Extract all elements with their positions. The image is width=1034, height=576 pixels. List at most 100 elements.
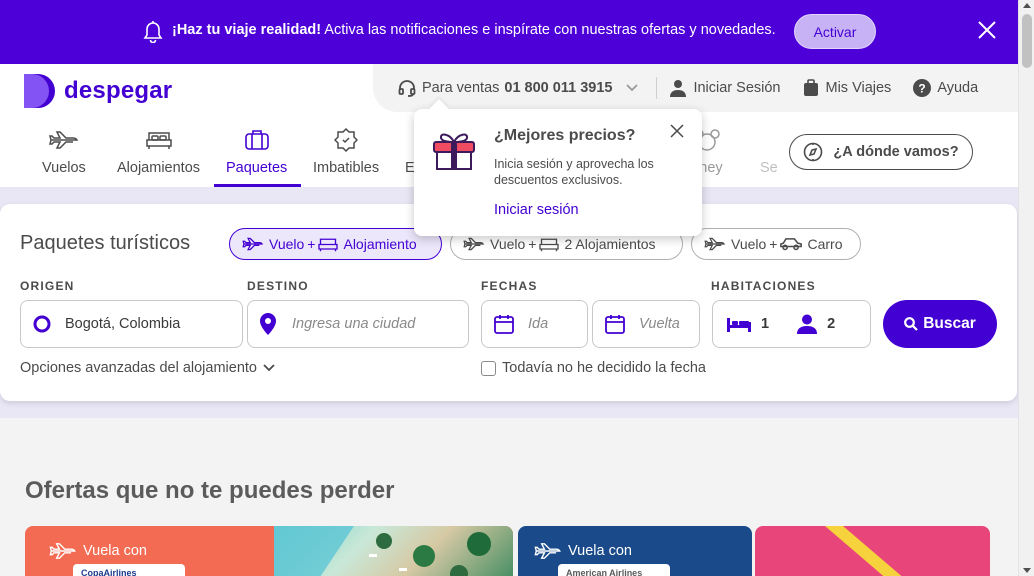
rooms-value: 1 [761,316,770,332]
login-label: Iniciar Sesión [693,80,781,96]
departure-date-field[interactable]: Ida [481,300,588,348]
chip-flight: Vuelo [731,236,767,252]
tab-label: Se [760,160,778,176]
activate-button[interactable]: Activar [794,14,876,49]
my-trips-label: Mis Viajes [825,80,892,96]
search-button[interactable]: Buscar [883,300,997,348]
tab-label: Alojamientos [117,160,201,176]
calendar-icon [605,315,625,334]
offer-label: Vuela con [49,542,147,560]
rooms-field[interactable]: 1 2 [712,300,871,348]
departure-placeholder: Ida [528,316,549,332]
popup-description: Inicia sesión y aprovecha los descuentos… [494,157,654,187]
where-label: ¿A dónde vamos? [833,144,959,160]
search-label: Buscar [923,315,976,332]
tab-partial-se[interactable]: Se [760,124,778,176]
return-placeholder: Vuelta [639,316,680,332]
origin-circle-icon [33,315,51,333]
checkbox-box[interactable] [481,360,496,376]
undecided-date-checkbox[interactable]: Todavía no he decidido la fecha [481,360,706,376]
tab-label: Imbatibles [313,160,380,176]
despegar-logo-icon [24,74,55,108]
tab-paquetes[interactable]: Paquetes [226,124,287,176]
bed-icon [318,238,339,251]
close-icon[interactable] [670,124,684,143]
origin-field[interactable]: Bogotá, Colombia [20,300,243,348]
tab-alojamientos[interactable]: Alojamientos [117,124,200,176]
bed-icon [539,238,560,251]
undecided-label: Todavía no he decidido la fecha [502,360,706,376]
destination-field[interactable]: Ingresa una ciudad [247,300,469,348]
offer-card-promo[interactable] [755,526,990,576]
origin-value: Bogotá, Colombia [65,316,181,332]
scroll-up-arrow[interactable] [1023,3,1031,8]
rooms-label: HABITACIONES [711,279,816,293]
scroll-down-arrow[interactable] [1023,568,1031,573]
plane-icon [463,237,485,251]
copa-airlines-logo: CopaAirlines [73,564,185,576]
tab-imbatibles[interactable]: Imbatibles [313,124,379,176]
compass-icon [804,142,823,162]
chip-stay: 2 Alojamientos [564,236,656,252]
plane-icon [242,237,264,251]
chip-plus: + [528,236,537,252]
close-icon[interactable] [977,20,997,45]
badge-icon [334,124,359,156]
offer-card-copa[interactable]: Vuela con CopaAirlines [25,526,513,576]
chip-flight: Vuelo [490,236,526,252]
notification-bold: ¡Haz tu viaje realidad! [172,22,322,38]
headset-icon [398,80,416,97]
advanced-label: Opciones avanzadas del alojamiento [20,360,257,376]
person-icon [797,314,818,334]
chip-plus: + [307,236,316,252]
sales-number: 01 800 011 3915 [504,80,613,96]
return-date-field[interactable]: Vuelta [592,300,700,348]
top-bar: Para ventas 01 800 011 3915 Iniciar Sesi… [373,64,1018,112]
chip-stay: Carro [807,236,843,252]
divider [656,77,658,99]
plane-icon [49,543,76,559]
chip-flight-car[interactable]: Vuelo + Carro [691,228,861,260]
tab-vuelos[interactable]: Vuelos [42,124,86,176]
chip-flight: Vuelo [269,236,305,252]
bell-icon [142,19,164,48]
help-label: Ayuda [937,80,979,96]
chip-flight-stay[interactable]: Vuelo + Alojamiento [229,228,442,260]
where-to-go-button[interactable]: ¿A dónde vamos? [789,134,973,170]
offer-card-american[interactable]: Vuela con American Airlines [518,526,752,576]
my-trips-link[interactable]: Mis Viajes [803,79,892,97]
destination-placeholder: Ingresa una ciudad [292,316,416,332]
logo[interactable]: despegar [24,74,172,108]
calendar-icon [494,315,514,334]
plane-icon [48,124,79,156]
sales-label: Para ventas [422,80,500,96]
chevron-down-icon [263,364,275,372]
scrollbar-thumb[interactable] [1022,14,1032,68]
scrollbar[interactable] [1018,0,1034,576]
dates-label: FECHAS [481,279,538,293]
svg-text:?: ? [919,82,926,96]
notification-bar: ¡Haz tu viaje realidad! Activa las notif… [0,0,1018,64]
help-link[interactable]: ? Ayuda [913,79,978,97]
offer-label-text: Vuela con [83,543,147,559]
chevron-down-icon [626,84,639,92]
brand-name: despegar [64,77,173,104]
guests-value: 2 [827,316,836,332]
promo-stripe [825,526,902,576]
gift-icon [431,127,477,176]
login-link[interactable]: Iniciar Sesión [669,79,781,97]
popup-title: ¿Mejores precios? [494,127,636,144]
search-icon [904,317,918,331]
chip-plus: + [769,236,778,252]
popup-login-link[interactable]: Iniciar sesión [494,202,579,218]
suitcase-icon [244,124,269,156]
tab-label: Paquetes [226,160,288,176]
notification-message: ¡Haz tu viaje realidad! Activa las notif… [172,22,776,38]
offer-label: Vuela con [534,542,632,560]
search-title: Paquetes turísticos [20,232,191,254]
sales-phone[interactable]: Para ventas 01 800 011 3915 [398,79,639,97]
bed-icon [145,124,172,156]
plane-icon [534,543,561,559]
advanced-options-toggle[interactable]: Opciones avanzadas del alojamiento [20,360,275,376]
american-airlines-logo: American Airlines [558,564,670,576]
